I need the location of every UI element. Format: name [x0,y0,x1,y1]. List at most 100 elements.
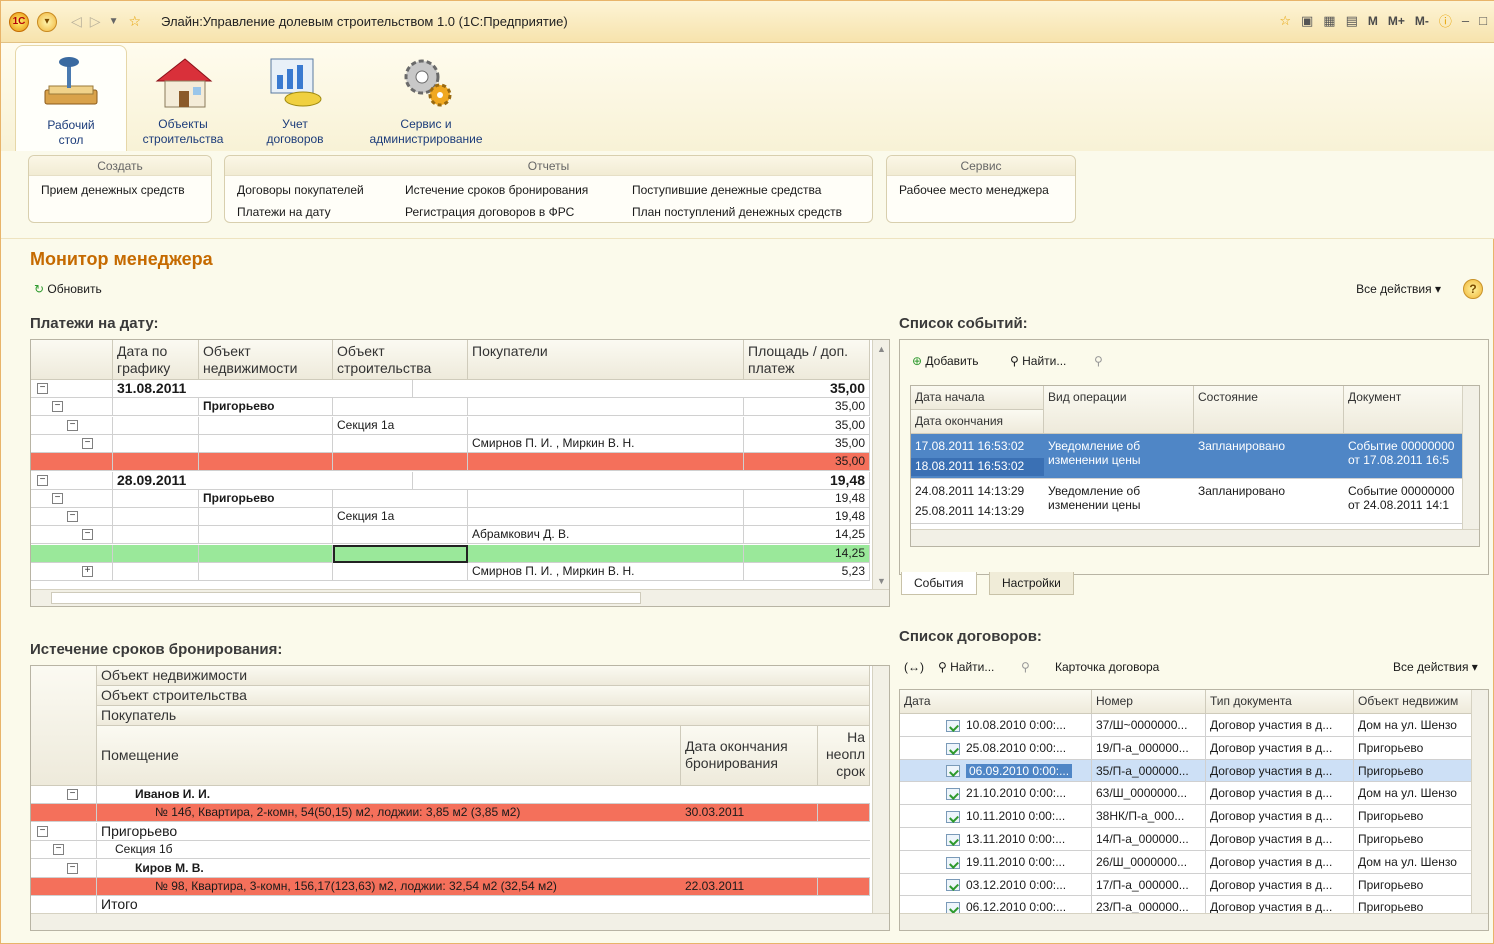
collapse-icon[interactable]: − [67,789,78,800]
events-vscroll[interactable] [1462,386,1479,530]
reservations-vscroll[interactable] [872,666,889,914]
clear-search-icon[interactable]: ⚲ [1021,660,1030,674]
col-contract-number[interactable]: Номер [1092,690,1206,714]
contracts-vscroll[interactable] [1471,690,1488,914]
table-row[interactable]: 25.08.2010 0:00:... 19/П-а_000000... Догов… [900,736,1472,760]
section-construction-objects[interactable]: Объекты строительства [127,45,239,151]
col-res-unpaid[interactable]: На неопл срок [818,726,870,786]
maximize-icon[interactable]: □ [1479,13,1487,28]
contracts-all-actions[interactable]: Все действия ▾ [1393,660,1478,674]
col-document[interactable]: Документ [1344,386,1465,434]
col-res-buyer[interactable]: Покупатель [97,706,870,726]
col-real-estate[interactable]: Объект недвижимости [199,340,333,380]
payments-hscroll[interactable] [31,589,889,606]
table-row[interactable]: Абрамкович Д. В. 14,25 − [31,526,870,545]
link-received-funds[interactable]: Поступившие денежные средства [632,183,821,197]
col-res-room[interactable]: Помещение [97,726,681,786]
collapse-icon[interactable]: − [82,437,93,449]
find-event-button[interactable]: ⚲ Найти... [1010,354,1066,368]
section-service-admin[interactable]: Сервис и администрирование [361,45,491,151]
forward-arrow-icon[interactable]: ▷ [90,13,101,30]
tab-settings[interactable]: Настройки [989,572,1074,595]
collapse-icon[interactable]: − [67,511,78,523]
calculator-icon[interactable]: ▦ [1323,13,1335,29]
find-contract-button[interactable]: ⚲ Найти... [938,660,994,674]
collapse-icon[interactable]: − [37,825,48,837]
events-hscroll[interactable] [911,529,1479,546]
col-scheduled-date[interactable]: Дата по графику [113,340,199,380]
link-funds-plan[interactable]: План поступлений денежных средств [632,205,842,219]
collapse-icon[interactable]: − [67,862,78,874]
table-row[interactable]: 10.08.2010 0:00:... 37/Ш~0000000... Догово… [900,714,1472,737]
link-buyer-contracts[interactable]: Договоры покупателей [237,183,364,197]
back-arrow-icon[interactable]: ◁ [71,13,82,30]
collapse-icon[interactable]: − [53,844,64,856]
favorites-star-icon[interactable]: ☆ [128,13,141,30]
collapse-icon[interactable]: − [67,419,78,431]
calendar-icon[interactable]: ▤ [1346,13,1358,29]
tab-events[interactable]: События [901,572,977,595]
table-row[interactable]: 21.10.2010 0:00:... 63/Ш_0000000... Догово… [900,782,1472,806]
table-row[interactable]: Смирнов П. И. , Миркин В. Н. 35,00 − [31,434,870,453]
table-row[interactable]: 03.12.2010 0:00:... 17/П-а_000000... Догов… [900,873,1472,897]
show-all-icon[interactable]: (↔) [904,660,924,674]
contract-card-button[interactable]: Карточка договора [1055,660,1159,674]
add-favorite-icon[interactable]: ☆ [1279,13,1291,29]
link-manager-workplace[interactable]: Рабочее место менеджера [899,183,1049,197]
col-state[interactable]: Состояние [1194,386,1344,434]
col-end-date[interactable]: Дата окончания [911,410,1044,434]
contracts-hscroll[interactable] [900,913,1488,930]
table-row[interactable]: Пригорьево 35,00 − [31,398,870,417]
table-row[interactable]: Секция 1а 19,48 − [31,508,870,527]
link-payments-on-date[interactable]: Платежи на дату [237,205,331,219]
col-building[interactable]: Объект строительства [333,340,468,380]
table-row[interactable]: 31.08.2011 35,00 − [31,380,870,398]
minimize-icon[interactable]: – [1462,13,1469,28]
table-row[interactable]: 19.11.2010 0:00:... 26/Ш_0000000... Догово… [900,850,1472,874]
table-row[interactable]: Иванов И. И. − [31,786,870,804]
collapse-icon[interactable]: − [52,401,63,413]
collapse-icon[interactable]: − [52,492,63,504]
memory-button-m-minus[interactable]: M- [1415,14,1429,28]
table-row[interactable]: 35,00 [31,453,870,472]
link-receive-payment[interactable]: Прием денежных средств [41,183,185,197]
col-res-building[interactable]: Объект строительства [97,686,870,706]
table-row[interactable]: 24.08.2011 14:13:29 25.08.2011 14:13:29 Ув… [911,479,1465,524]
col-res-end-date[interactable]: Дата окончания бронирования [681,726,818,786]
table-row[interactable]: 06.09.2010 0:00:... 35/П-а_000000... Догов… [900,759,1472,783]
clear-search-icon[interactable]: ⚲ [1094,354,1103,368]
help-icon[interactable]: ? [1463,279,1483,299]
table-row[interactable]: Смирнов П. И. , Миркин В. Н. 5,23 + [31,563,870,581]
table-row[interactable]: 14,25 [31,544,870,563]
col-doc-type[interactable]: Тип документа [1206,690,1354,714]
col-contract-object[interactable]: Объект недвижим [1354,690,1472,714]
refresh-button[interactable]: ↻ Обновить [34,282,102,296]
collapse-icon[interactable]: − [37,383,48,394]
col-operation[interactable]: Вид операции [1044,386,1194,434]
col-buyers[interactable]: Покупатели [468,340,744,380]
table-row[interactable]: № 14б, Квартира, 2-комн, 54(50,15) м2, л… [31,804,870,823]
section-contracts[interactable]: Учет договоров [239,45,351,151]
table-row[interactable]: 28.09.2011 19,48 − [31,471,870,490]
section-desktop[interactable]: Рабочий стол [15,45,127,151]
col-res-real-estate[interactable]: Объект недвижимости [97,666,870,686]
table-row[interactable]: № 98, Квартира, 3-комн, 156,17(123,63) м… [31,878,870,896]
table-row[interactable]: Секция 1б − [31,841,870,860]
link-reservation-expiry[interactable]: Истечение сроков бронирования [405,183,588,197]
table-row[interactable]: Пригорьево 19,48 − [31,489,870,508]
memory-button-m[interactable]: M [1368,14,1378,28]
table-row[interactable]: Киров М. В. − [31,859,870,878]
link-frs-registration[interactable]: Регистрация договоров в ФРС [405,205,574,219]
info-icon[interactable]: ⓘ [1439,11,1452,30]
reservations-hscroll[interactable] [31,913,889,930]
expand-icon[interactable]: + [82,566,93,577]
col-contract-date[interactable]: Дата [900,690,1092,714]
table-row[interactable]: 10.11.2010 0:00:... 38НК/П-а_000... Догово… [900,805,1472,828]
history-dropdown-icon[interactable]: ▼ [109,16,119,27]
1c-logo-icon[interactable]: 1С [9,11,29,32]
table-row[interactable]: 13.11.2010 0:00:... 14/П-а_000000... Догов… [900,828,1472,851]
payments-vscroll[interactable]: ▲ ▼ [872,340,889,590]
table-row[interactable]: Итого [31,896,870,915]
col-area[interactable]: Площадь / доп. платеж [744,340,870,380]
table-row[interactable]: Секция 1а 35,00 − [31,416,870,435]
